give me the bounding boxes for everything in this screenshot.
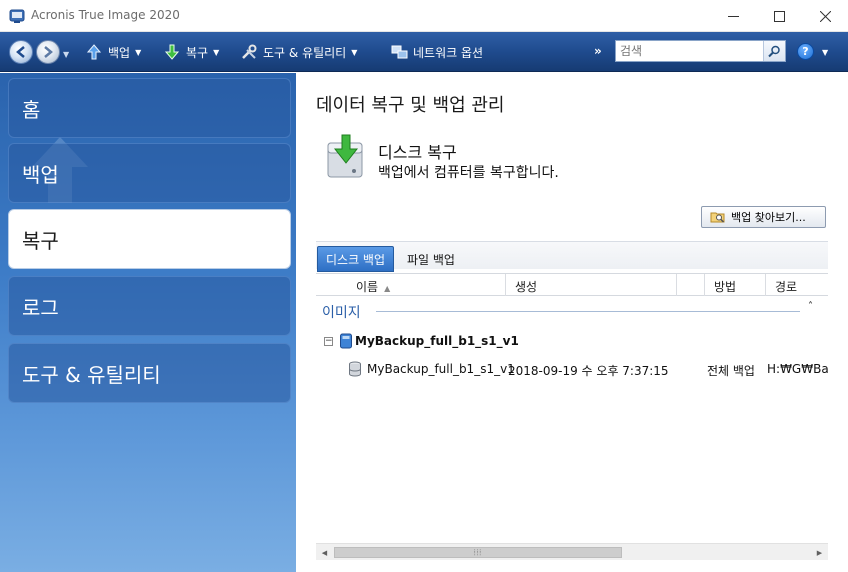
sidebar-item-log[interactable]: 로그 [8, 276, 291, 336]
search-button[interactable] [763, 41, 785, 61]
group-header-images: 이미지 [322, 305, 361, 321]
task-description: 백업에서 컴퓨터를 복구합니다. [378, 165, 559, 181]
column-header-label: 이름 [356, 280, 379, 294]
backup-archive-icon [340, 333, 352, 349]
disk-image-icon [349, 361, 361, 377]
maximize-icon [773, 10, 785, 22]
row-path: H:₩G₩Backup [767, 362, 828, 376]
row-created: 2018-09-19 수 오후 7:37:15 [508, 364, 669, 378]
backup-arrow-icon [86, 44, 102, 60]
toolbar-recover-label: 복구 [186, 45, 209, 60]
history-dropdown-icon[interactable]: ▼ [63, 50, 69, 59]
help-dropdown-icon[interactable]: ▼ [822, 48, 828, 57]
toolbar-tools-label: 도구 & 유틸리티 [263, 45, 347, 60]
column-divider[interactable] [505, 274, 506, 296]
sidebar-item-label: 복구 [22, 228, 59, 253]
group-divider [376, 311, 800, 312]
column-header-method[interactable]: 방법 [714, 278, 736, 295]
tab-disk-backup[interactable]: 디스크 백업 [317, 246, 395, 272]
scrollbar-thumb[interactable]: ⦙⦙⦙ [334, 547, 622, 558]
arrow-right-icon [44, 46, 53, 58]
sidebar-item-recovery[interactable]: 복구 [8, 209, 291, 269]
scroll-right-icon[interactable]: ▶ [811, 544, 828, 561]
search-input[interactable] [620, 43, 760, 59]
back-button[interactable] [9, 40, 33, 64]
search-icon [768, 45, 780, 57]
toolbar-network-options[interactable]: 네트워크 옵션 [390, 43, 483, 61]
horizontal-scrollbar[interactable]: ◀ ⦙⦙⦙ ▶ [316, 543, 828, 560]
maximize-button[interactable] [756, 0, 802, 32]
browse-backups-label: 백업 찾아보기... [731, 211, 806, 224]
column-divider[interactable] [765, 274, 766, 296]
sidebar-item-label: 백업 [22, 162, 59, 187]
column-header-created[interactable]: 생성 [515, 278, 537, 295]
sidebar: 홈 백업 복구 로그 도구 & 유틸리티 [0, 73, 296, 572]
forward-button[interactable] [36, 40, 60, 64]
browse-backups-button[interactable]: 백업 찾아보기... [701, 206, 826, 228]
page-title: 데이터 복구 및 백업 관리 [316, 95, 505, 116]
acronis-app-icon [9, 9, 25, 23]
network-icon [391, 45, 408, 59]
chevron-down-icon: ▼ [135, 47, 142, 57]
close-button[interactable] [802, 0, 848, 32]
column-header-path[interactable]: 경로 [775, 278, 797, 295]
toolbar-overflow-button[interactable]: » [594, 44, 602, 58]
folder-search-icon [710, 212, 725, 223]
backup-tree-root[interactable]: MyBackup_full_b1_s1_v1 [355, 334, 519, 348]
toolbar-backup-label: 백업 [108, 45, 131, 60]
column-divider[interactable] [676, 274, 677, 296]
scroll-left-icon[interactable]: ◀ [316, 544, 333, 561]
tools-icon [242, 44, 257, 59]
row-method: 전체 백업 [707, 364, 755, 378]
close-icon [819, 10, 831, 22]
sidebar-item-label: 도구 & 유틸리티 [22, 362, 161, 387]
table-header: 이름 ▲ 생성 방법 경로 [316, 273, 828, 296]
minimize-button[interactable] [710, 0, 756, 32]
arrow-left-icon [16, 46, 25, 58]
search-box [615, 40, 786, 62]
disk-recovery-icon [327, 134, 363, 178]
row-name: MyBackup_full_b1_s1_v1 [367, 362, 515, 376]
sort-ascending-icon: ▲ [384, 284, 391, 293]
toolbar-backup-menu[interactable]: 백업 ▼ [85, 43, 141, 61]
tab-file-backup[interactable]: 파일 백업 [399, 246, 463, 272]
toolbar-network-label: 네트워크 옵션 [413, 45, 484, 60]
title-bar: Acronis True Image 2020 [0, 0, 848, 32]
sidebar-item-home[interactable]: 홈 [8, 78, 291, 138]
sidebar-item-backup[interactable]: 백업 [8, 143, 291, 203]
sidebar-item-label: 로그 [22, 295, 59, 320]
sidebar-item-label: 홈 [22, 97, 41, 122]
sidebar-item-tools[interactable]: 도구 & 유틸리티 [8, 343, 291, 403]
chevron-down-icon: ▼ [213, 47, 220, 57]
task-heading[interactable]: 디스크 복구 [378, 139, 457, 163]
chevron-down-icon: ▼ [351, 47, 358, 57]
window-title: Acronis True Image 2020 [31, 8, 180, 22]
column-header-name[interactable]: 이름 ▲ [356, 278, 390, 295]
toolbar-recover-menu[interactable]: 복구 ▼ [163, 43, 219, 61]
minimize-icon [727, 15, 739, 17]
main-panel: 데이터 복구 및 백업 관리 디스크 복구 백업에서 컴퓨터를 복구합니다. 백… [296, 73, 848, 572]
help-button[interactable]: ? [797, 43, 814, 60]
recover-arrow-icon [164, 44, 180, 60]
toolbar-tools-menu[interactable]: 도구 & 유틸리티 ▼ [240, 43, 357, 61]
column-divider[interactable] [704, 274, 705, 296]
tree-collapse-toggle[interactable]: − [324, 337, 333, 346]
collapse-group-icon[interactable]: ˄ [808, 301, 813, 312]
